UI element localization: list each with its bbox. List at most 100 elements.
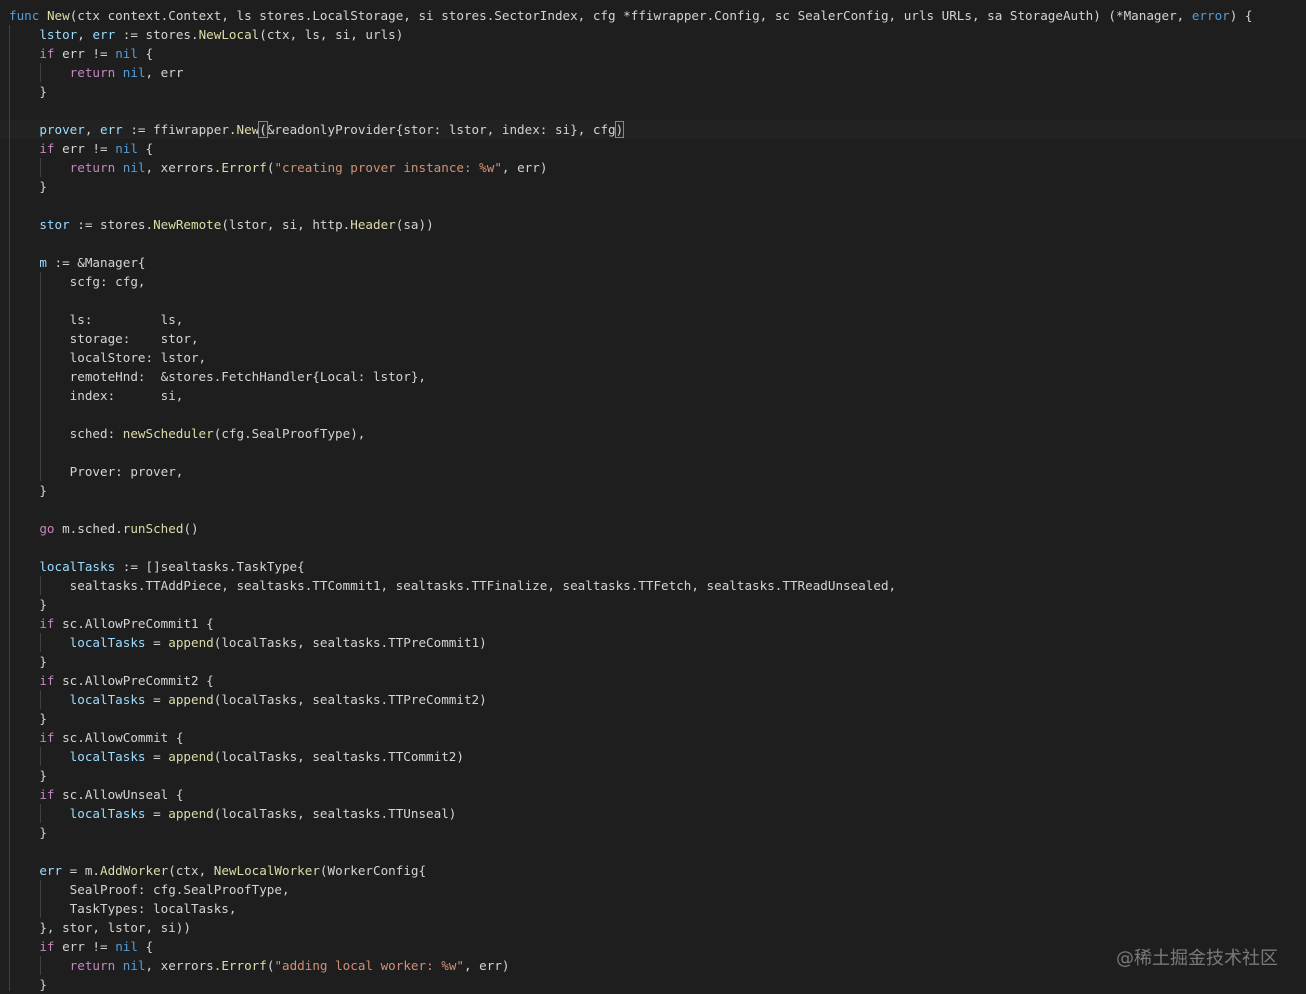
code-token: ) [614, 121, 625, 138]
code-line[interactable]: localStore: lstor, [9, 348, 206, 367]
code-line[interactable]: if sc.AllowPreCommit1 { [9, 614, 214, 633]
code-line[interactable]: ls: ls, [9, 310, 184, 329]
code-token: Prover: prover, [9, 464, 184, 479]
code-line[interactable]: sealtasks.TTAddPiece, sealtasks.TTCommit… [9, 576, 896, 595]
code-line[interactable]: localTasks = append(localTasks, sealtask… [9, 690, 487, 709]
code-line[interactable]: sched: newScheduler(cfg.SealProofType), [9, 424, 366, 443]
code-line[interactable]: localTasks := []sealtasks.TaskType{ [9, 557, 304, 576]
code-token: , xerrors. [145, 160, 222, 175]
code-token: m.sched. [54, 521, 123, 536]
code-token: go [39, 521, 55, 536]
code-line[interactable]: } [9, 481, 47, 500]
code-token: (localTasks, sealtasks.TTUnseal) [213, 806, 457, 821]
code-line[interactable]: m := &Manager{ [9, 253, 145, 272]
code-line[interactable]: prover, err := ffiwrapper.New(&readonlyP… [9, 120, 625, 139]
code-token: sc.AllowUnseal { [54, 787, 184, 802]
code-token: } [9, 825, 47, 840]
code-token: m [39, 255, 47, 270]
code-line[interactable]: if err != nil { [9, 139, 153, 158]
code-token: = [145, 635, 169, 650]
code-line[interactable]: go m.sched.runSched() [9, 519, 198, 538]
code-token: , err) [464, 958, 510, 973]
code-token: } [9, 977, 47, 992]
code-line[interactable]: lstor, err := stores.NewLocal(ctx, ls, s… [9, 25, 403, 44]
code-line[interactable]: remoteHnd: &stores.FetchHandler{Local: l… [9, 367, 426, 386]
code-token: NewRemote [153, 217, 222, 232]
code-token: err != [54, 141, 116, 156]
code-line[interactable]: localTasks = append(localTasks, sealtask… [9, 747, 464, 766]
code-line[interactable]: Prover: prover, [9, 462, 184, 481]
code-line[interactable]: storage: stor, [9, 329, 199, 348]
code-token: "adding local worker: %w" [274, 958, 464, 973]
code-line[interactable]: return nil, err [9, 63, 184, 82]
code-token: (lstor, si, http. [221, 217, 351, 232]
code-token: { [137, 939, 154, 954]
code-token: (localTasks, sealtasks.TTCommit2) [213, 749, 464, 764]
code-token: Header [350, 217, 396, 232]
code-line[interactable]: } [9, 975, 47, 994]
code-line[interactable]: } [9, 177, 47, 196]
code-line[interactable]: stor := stores.NewRemote(lstor, si, http… [9, 215, 433, 234]
code-line[interactable]: err = m.AddWorker(ctx, NewLocalWorker(Wo… [9, 861, 426, 880]
code-line[interactable]: return nil, xerrors.Errorf("adding local… [9, 956, 510, 975]
code-line[interactable]: } [9, 652, 47, 671]
code-token: func [9, 8, 40, 23]
code-token: NewLocal [198, 27, 260, 42]
code-line[interactable]: } [9, 82, 47, 101]
code-token: := stores. [69, 217, 154, 232]
code-line[interactable]: localTasks = append(localTasks, sealtask… [9, 633, 487, 652]
code-token: } [9, 711, 47, 726]
code-editor[interactable]: func New(ctx context.Context, ls stores.… [0, 0, 1306, 994]
code-line[interactable]: TaskTypes: localTasks, [9, 899, 237, 918]
code-token: } [9, 768, 47, 783]
code-token: , [84, 122, 101, 137]
code-token: err [92, 27, 116, 42]
code-token: (localTasks, sealtasks.TTPreCommit1) [213, 635, 487, 650]
code-token: , err [145, 65, 184, 80]
code-line[interactable]: index: si, [9, 386, 184, 405]
code-token: sc.AllowPreCommit1 { [54, 616, 214, 631]
code-token: sealtasks.TTAddPiece, sealtasks.TTCommit… [9, 578, 897, 593]
code-token: , xerrors. [145, 958, 222, 973]
code-line[interactable]: SealProof: cfg.SealProofType, [9, 880, 290, 899]
code-token: ( [258, 121, 268, 138]
code-token: sc.AllowCommit { [54, 730, 184, 745]
code-line[interactable]: } [9, 823, 47, 842]
code-line[interactable]: } [9, 766, 47, 785]
code-line[interactable]: if err != nil { [9, 44, 153, 63]
code-token: , err) [501, 160, 548, 175]
code-token: nil [122, 160, 146, 175]
code-token: SealProof: cfg.SealProofType, [9, 882, 290, 897]
code-token: "creating prover instance: %w" [274, 160, 502, 175]
code-token: localTasks [69, 806, 146, 821]
code-token: newScheduler [122, 426, 214, 441]
code-line[interactable]: if sc.AllowUnseal { [9, 785, 183, 804]
code-token: } [9, 597, 47, 612]
code-line[interactable]: } [9, 595, 47, 614]
code-token: (ctx context.Context, ls stores.LocalSto… [69, 8, 1192, 23]
code-token: (cfg.SealProofType), [213, 426, 366, 441]
code-line[interactable]: }, stor, lstor, si)) [9, 918, 191, 937]
code-line[interactable]: } [9, 709, 47, 728]
code-line[interactable]: scfg: cfg, [9, 272, 146, 291]
code-token: TaskTypes: localTasks, [9, 901, 237, 916]
code-line[interactable]: if sc.AllowPreCommit2 { [9, 671, 213, 690]
code-line[interactable]: func New(ctx context.Context, ls stores.… [9, 6, 1253, 25]
code-token: index: si, [9, 388, 184, 403]
code-token: localTasks [69, 749, 146, 764]
code-line[interactable]: if err != nil { [9, 937, 153, 956]
code-line[interactable]: if sc.AllowCommit { [9, 728, 183, 747]
code-line[interactable]: return nil, xerrors.Errorf("creating pro… [9, 158, 548, 177]
code-token: err [100, 122, 123, 137]
code-token: if [39, 673, 55, 688]
code-line[interactable]: localTasks = append(localTasks, sealtask… [9, 804, 457, 823]
code-token: append [168, 692, 214, 707]
code-token: ls: ls, [9, 312, 184, 327]
code-token: NewLocalWorker [213, 863, 320, 878]
